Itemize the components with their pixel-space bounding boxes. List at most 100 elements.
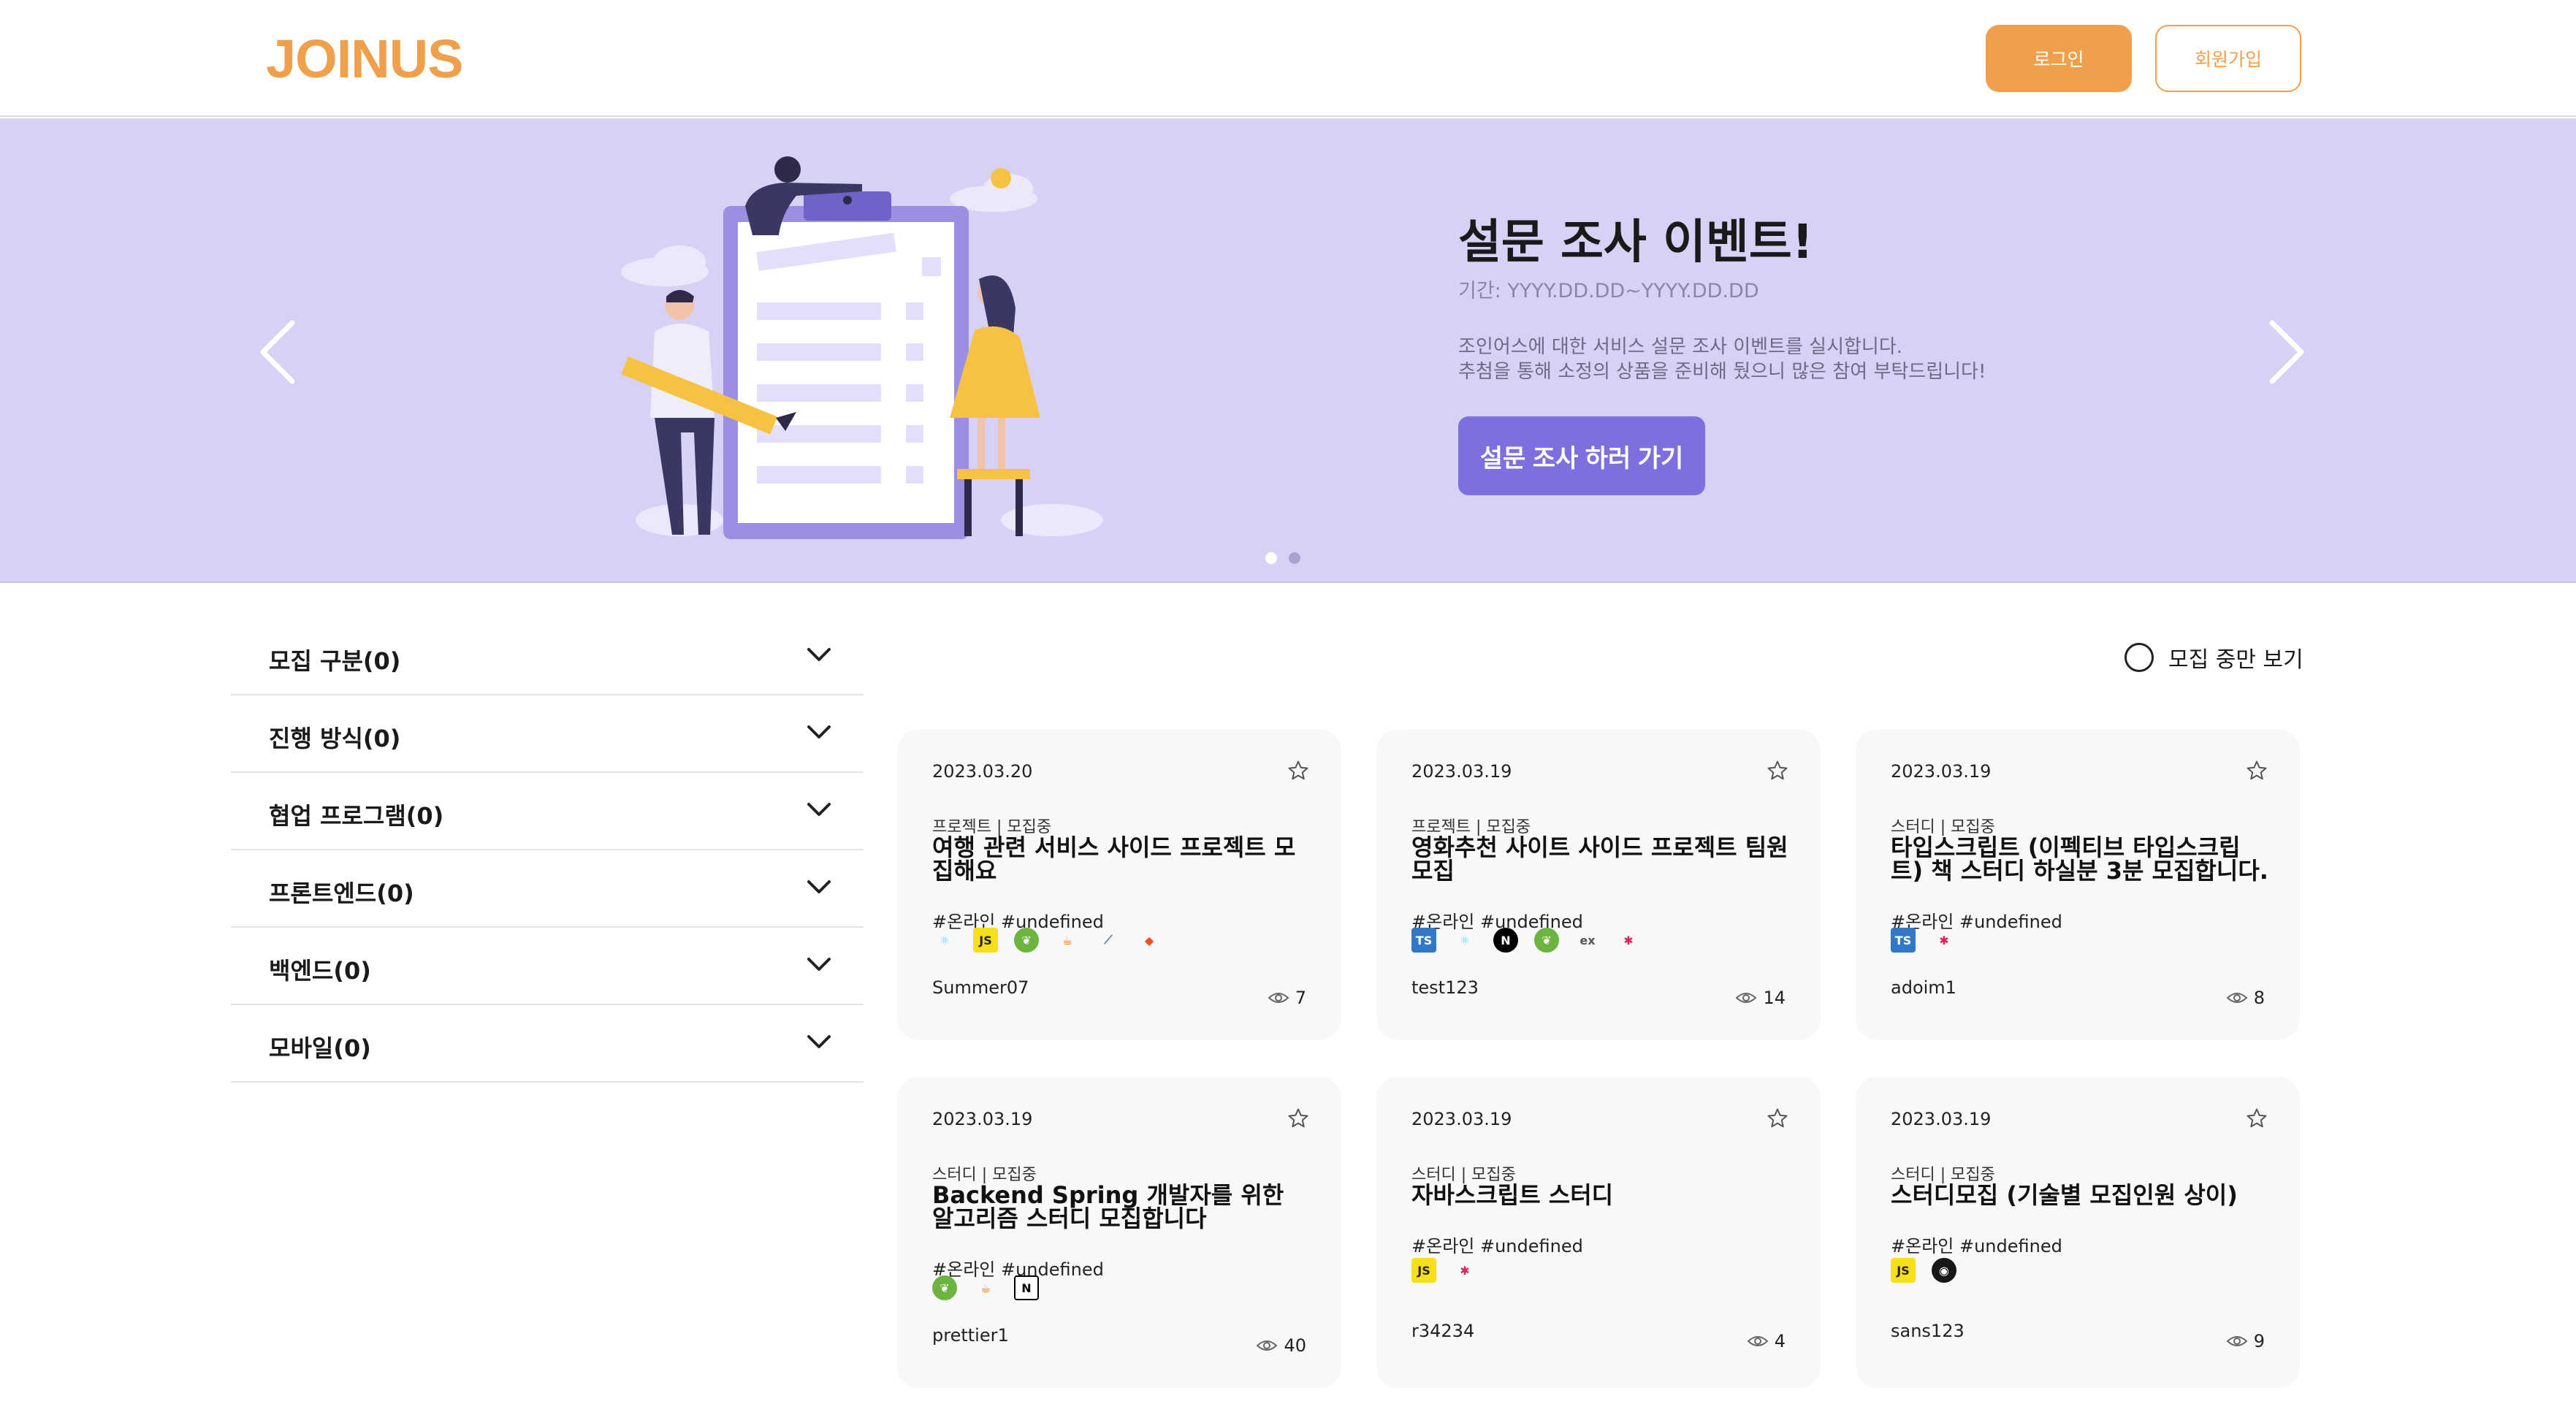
slack-icon: ✱ (1460, 1263, 1470, 1278)
eye-icon (1268, 993, 1289, 1003)
survey-illustration (621, 156, 1103, 539)
filter-collab-program[interactable]: 협업 프로그램(0) (231, 773, 864, 850)
chevron-left-icon[interactable] (248, 316, 307, 389)
post-card[interactable]: 2023.03.19 프로젝트 | 모집중 영화추천 사이트 사이드 프로젝트 … (1376, 729, 1821, 1040)
chevron-down-icon (807, 725, 831, 739)
typescript-icon: TS (1891, 928, 1916, 953)
banner-description: 추첨을 통해 소정의 상품을 준비해 뒀으니 많은 참여 부탁드립니다! (1458, 361, 1986, 383)
filter-frontend[interactable]: 프론트엔드(0) (231, 850, 864, 928)
filter-list: 모집 구분(0) 진행 방식(0) 협업 프로그램(0) 프론트엔드(0) 백엔… (231, 618, 864, 1083)
filter-label: 모바일(0) (269, 1034, 371, 1062)
nextjs-icon: N (1493, 928, 1518, 953)
star-icon[interactable] (1287, 760, 1309, 782)
view-count: 7 (1268, 988, 1306, 1008)
tech-stack: JS ◉ (1891, 1258, 1973, 1283)
typescript-icon: TS (1411, 928, 1436, 953)
chevron-right-icon[interactable] (2257, 316, 2316, 389)
view-count: 14 (1735, 988, 1786, 1008)
mysql-icon: ⟋ (1104, 933, 1113, 947)
filter-progress-method[interactable]: 진행 방식(0) (231, 695, 864, 773)
express-icon: ex (1579, 933, 1596, 947)
view-count-value: 7 (1295, 988, 1306, 1008)
view-count-value: 4 (1774, 1331, 1786, 1351)
eye-icon (1747, 1336, 1769, 1346)
slack-icon: ✱ (1623, 933, 1634, 947)
view-count-value: 40 (1284, 1335, 1306, 1356)
recruiting-only-toggle[interactable]: 모집 중만 보기 (2125, 640, 2303, 675)
star-icon[interactable] (1767, 1107, 1788, 1129)
view-count: 8 (2226, 988, 2265, 1008)
card-date: 2023.03.19 (1891, 761, 1992, 782)
star-icon[interactable] (1767, 760, 1788, 782)
card-date: 2023.03.19 (932, 1109, 1033, 1129)
react-icon: ⚛ (1459, 933, 1471, 947)
banner-period: 기간: YYYY.DD.DD~YYYY.DD.DD (1458, 280, 1759, 302)
eye-icon (2226, 1336, 2248, 1346)
tech-stack: ❦ ☕ N (932, 1275, 1055, 1300)
card-title: 타입스크립트 (이펙티브 타입스크립트) 책 스터디 하실분 3분 모집합니다. (1891, 833, 2268, 885)
filter-backend[interactable]: 백엔드(0) (231, 928, 864, 1005)
view-count-value: 9 (2253, 1331, 2265, 1351)
post-card[interactable]: 2023.03.20 프로젝트 | 모집중 여행 관련 서비스 사이드 프로젝트… (897, 729, 1341, 1040)
notion-icon: N (1014, 1275, 1039, 1300)
card-author: adoim1 (1891, 977, 1956, 998)
card-author: sans123 (1891, 1321, 1965, 1341)
java-icon: ☕ (1062, 933, 1073, 947)
post-card[interactable]: 2023.03.19 스터디 | 모집중 타입스크립트 (이펙티브 타입스크립트… (1856, 729, 2300, 1040)
login-button[interactable]: 로그인 (1986, 25, 2132, 92)
card-date: 2023.03.19 (1891, 1109, 1992, 1129)
slack-icon: ✱ (1939, 933, 1949, 947)
react-icon: ⚛ (939, 933, 950, 947)
card-title: Backend Spring 개발자를 위한 알고리즘 스터디 모집합니다 (932, 1181, 1284, 1232)
post-card[interactable]: 2023.03.19 스터디 | 모집중 스터디모집 (기술별 모집인원 상이)… (1856, 1077, 2300, 1388)
filter-label: 프론트엔드(0) (269, 880, 414, 907)
logo[interactable]: JOINUS (266, 28, 464, 90)
javascript-icon: JS (1891, 1258, 1916, 1283)
filter-mobile[interactable]: 모바일(0) (231, 1005, 864, 1083)
javascript-icon: JS (973, 928, 998, 953)
chevron-down-icon (807, 648, 831, 661)
carousel-dot[interactable] (1289, 552, 1300, 564)
signup-button[interactable]: 회원가입 (2155, 25, 2301, 92)
toggle-label: 모집 중만 보기 (2168, 647, 2303, 673)
chevron-down-icon (807, 958, 831, 971)
card-tags: #온라인 #undefined (1891, 1236, 2062, 1256)
card-title: 스터디모집 (기술별 모집인원 상이) (1891, 1181, 2238, 1209)
tech-stack: JS ✱ (1411, 1258, 1493, 1283)
view-count-value: 8 (2253, 988, 2265, 1008)
radio-toggle[interactable] (2125, 643, 2154, 672)
post-card[interactable]: 2023.03.19 스터디 | 모집중 Backend Spring 개발자를… (897, 1077, 1341, 1388)
survey-cta-button[interactable]: 설문 조사 하러 가기 (1458, 416, 1705, 495)
star-icon[interactable] (2246, 1107, 2268, 1129)
spring-icon: ❦ (932, 1275, 957, 1300)
view-count-value: 14 (1763, 988, 1786, 1008)
banner-description: 조인어스에 대한 서비스 설문 조사 이벤트를 실시합니다. (1458, 336, 1903, 358)
card-title: 여행 관련 서비스 사이드 프로젝트 모집해요 (932, 833, 1296, 885)
chevron-down-icon (807, 1035, 831, 1048)
filter-label: 진행 방식(0) (269, 725, 401, 752)
carousel-dot-active[interactable] (1265, 552, 1277, 564)
card-author: prettier1 (932, 1325, 1009, 1346)
filter-recruit-type[interactable]: 모집 구분(0) (231, 618, 864, 695)
card-title: 영화추천 사이트 사이드 프로젝트 팀원 모집 (1411, 833, 1788, 885)
card-date: 2023.03.20 (932, 761, 1033, 782)
card-author: test123 (1411, 977, 1479, 998)
view-count: 4 (1747, 1331, 1786, 1351)
tech-stack: TS ⚛ N ❦ ex ✱ (1411, 928, 1657, 953)
spring-icon: ❦ (1014, 928, 1039, 953)
filter-label: 협업 프로그램(0) (269, 802, 444, 830)
github-icon: ◉ (1932, 1258, 1956, 1283)
figma-icon: ◆ (1144, 933, 1154, 947)
view-count: 40 (1256, 1335, 1306, 1356)
tech-stack: ⚛ JS ❦ ☕ ⟋ ◆ (932, 928, 1178, 953)
chevron-down-icon (807, 803, 831, 816)
filter-label: 백엔드(0) (269, 957, 371, 985)
post-card[interactable]: 2023.03.19 스터디 | 모집중 자바스크립트 스터디 #온라인 #un… (1376, 1077, 1821, 1388)
card-author: Summer07 (932, 977, 1029, 998)
star-icon[interactable] (1287, 1107, 1309, 1129)
card-date: 2023.03.19 (1411, 761, 1512, 782)
filter-label: 모집 구분(0) (269, 647, 401, 675)
star-icon[interactable] (2246, 760, 2268, 782)
eye-icon (1735, 993, 1757, 1003)
eye-icon (1256, 1340, 1278, 1351)
